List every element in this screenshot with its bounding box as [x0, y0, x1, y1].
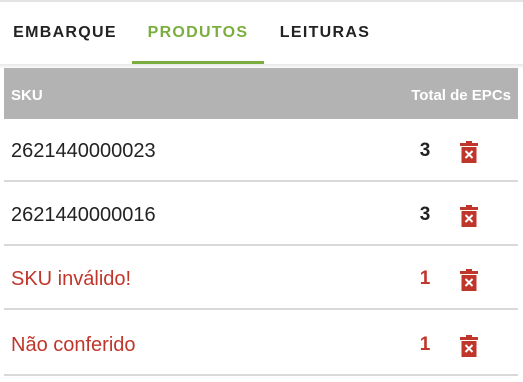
- trash-icon[interactable]: [460, 205, 478, 227]
- row-epc-count: 3: [419, 204, 431, 225]
- tab-bar: EMBARQUE PRODUTOS LEITURAS: [0, 2, 523, 64]
- table-header: SKU Total de EPCs: [4, 68, 518, 119]
- tab-produtos-label: PRODUTOS: [147, 24, 249, 41]
- trash-icon[interactable]: [460, 141, 478, 163]
- tab-embarque-label: EMBARQUE: [13, 24, 117, 41]
- table-row[interactable]: Não conferido 1: [4, 314, 518, 376]
- tab-leituras-label: LEITURAS: [279, 24, 371, 41]
- column-header-sku: SKU: [11, 87, 43, 104]
- tab-leituras[interactable]: LEITURAS: [264, 2, 386, 64]
- row-sku: 2621440000016: [11, 204, 156, 226]
- table-row[interactable]: 2621440000023 3: [4, 120, 518, 182]
- table-row[interactable]: 2621440000016 3: [4, 184, 518, 246]
- column-header-total-epcs: Total de EPCs: [411, 87, 511, 104]
- tab-produtos[interactable]: PRODUTOS: [132, 2, 264, 64]
- trash-icon[interactable]: [460, 269, 478, 291]
- tab-embarque[interactable]: EMBARQUE: [0, 2, 130, 64]
- table-row[interactable]: SKU inválido! 1: [4, 248, 518, 310]
- row-epc-count: 3: [419, 140, 431, 161]
- trash-icon[interactable]: [460, 335, 478, 357]
- row-epc-count: 1: [419, 268, 431, 289]
- row-sku: Não conferido: [11, 334, 136, 356]
- row-epc-count: 1: [419, 334, 431, 355]
- row-sku: 2621440000023: [11, 140, 156, 162]
- row-sku: SKU inválido!: [11, 268, 132, 290]
